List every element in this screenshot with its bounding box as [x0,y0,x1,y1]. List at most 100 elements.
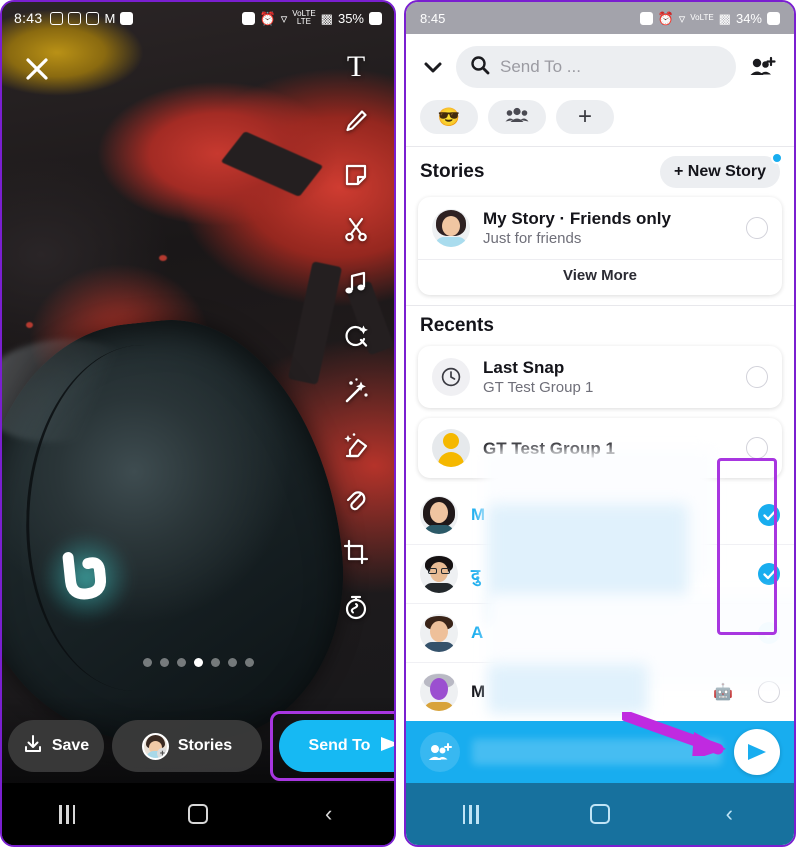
chevron-down-icon[interactable] [420,54,446,80]
recents-button[interactable] [44,799,90,829]
battery-percent: 35% [337,10,364,26]
stories-label: Stories [177,737,233,754]
recents-header-label: Recents [420,315,494,336]
last-snap-card[interactable]: Last Snap GT Test Group 1 [418,346,782,408]
search-input[interactable]: Send To ... [456,46,736,88]
carousel-dot[interactable] [159,658,169,667]
status-time: 8:45 [420,10,446,26]
filter-carousel-dots [2,658,394,667]
send-to-label: Send To [308,737,371,754]
photos-icon [120,11,134,25]
view-more-button[interactable]: View More [418,259,782,295]
left-phone-panel: 8:43 M ⏰ ▿ VoLTE LTE ▩ 35% T Save + Stor… [0,0,396,847]
instagram-icon [86,11,100,25]
last-snap-subtitle: GT Test Group 1 [483,379,594,396]
home-button[interactable] [175,799,221,829]
gt-test-group-radio[interactable] [746,437,768,459]
carousel-dot[interactable] [244,658,254,667]
contact-row-3[interactable]: A [406,604,794,663]
contact-checkbox-checked[interactable] [758,504,780,526]
carousel-dot[interactable] [227,658,237,667]
clock-icon [432,358,470,396]
gt-test-group-title: GT Test Group 1 [483,438,615,458]
gmail-icon: M [104,10,116,26]
last-snap-text: Last Snap GT Test Group 1 [483,357,733,397]
add-friends-icon[interactable] [746,53,780,81]
filter-chip-emoji[interactable]: 😎 [420,100,478,134]
wifi-icon: ▿ [678,10,686,26]
snap-action-bar: Save + Stories Send To [2,709,394,783]
last-snap-radio[interactable] [746,366,768,388]
sticker-icon[interactable] [339,158,373,192]
my-story-text: My Story · Friends only Just for friends [483,208,733,248]
avatar [420,614,458,652]
home-button[interactable] [577,799,623,829]
right-android-navbar: ‹ [406,783,794,845]
avatar [420,555,458,593]
search-icon [470,55,490,80]
send-button[interactable] [734,729,780,775]
filter-chip-add[interactable]: + [556,100,614,134]
filter-chip-row: 😎 + [406,96,794,146]
battery-saver-icon [639,11,653,25]
left-android-navbar: ‹ [2,783,394,845]
crop-icon[interactable] [339,536,373,570]
back-button[interactable]: ‹ [306,799,352,829]
text-tool-icon[interactable]: T [339,50,373,84]
send-to-button-highlight: Send To [270,711,394,781]
alarm-icon: ⏰ [657,10,674,26]
carousel-dot-active[interactable] [193,658,203,667]
avatar [420,673,458,711]
my-story-radio[interactable] [746,217,768,239]
back-button[interactable]: ‹ [706,799,752,829]
contact-checkbox-checked[interactable] [758,563,780,585]
group-card[interactable]: GT Test Group 1 [418,418,782,478]
status-time: 8:43 [14,10,43,26]
close-icon[interactable] [24,56,50,82]
battery-icon [369,11,382,25]
draw-pencil-icon[interactable] [339,104,373,138]
contact-name: दु [471,565,481,585]
save-label: Save [51,737,90,754]
magic-eraser-icon[interactable] [339,428,373,462]
contact-name: M [471,505,486,524]
editor-tool-rail: T [330,50,382,624]
recents-button[interactable] [448,799,494,829]
battery-saver-icon [241,11,255,25]
last-snap-row[interactable]: Last Snap GT Test Group 1 [418,346,782,408]
scissors-icon[interactable] [339,212,373,246]
stories-button[interactable]: + Stories [112,720,262,772]
contact-row-1[interactable]: M [406,486,794,545]
carousel-dot[interactable] [210,658,220,667]
right-phone-panel: 8:45 ⏰ ▿ VoLTE ▩ 34% Send To ... 😎 + Sto… [404,0,796,847]
contact-row-2[interactable]: दु [406,545,794,604]
new-story-button[interactable]: + New Story [659,152,783,188]
magic-wand-icon[interactable] [339,374,373,408]
lens-star-icon[interactable] [339,320,373,354]
status-notification-icons: M [50,10,134,26]
send-to-button[interactable]: Send To [279,720,394,772]
paperclip-icon[interactable] [339,482,373,516]
add-group-icon[interactable] [420,732,460,772]
save-button[interactable]: Save [8,720,104,772]
search-row: Send To ... [406,34,794,96]
signal-icon: ▩ [320,10,333,26]
screenshot-root: 8:43 M ⏰ ▿ VoLTE LTE ▩ 35% T Save + Stor… [0,0,800,847]
sunglasses-emoji-icon: 😎 [437,106,461,127]
timer-icon[interactable] [339,590,373,624]
contact-checkbox-checked[interactable] [758,622,780,644]
contact-checkbox[interactable] [758,681,780,703]
music-note-icon[interactable] [339,266,373,300]
contact-row-4[interactable]: M 🤖 [406,663,794,722]
my-story-card[interactable]: My Story · Friends only Just for friends… [418,197,782,295]
carousel-dot[interactable] [142,658,152,667]
my-story-row[interactable]: My Story · Friends only Just for friends [418,197,782,259]
carousel-dot[interactable] [176,658,186,667]
avatar [432,209,470,247]
battery-icon [767,11,780,25]
avatar: + [141,732,169,760]
download-icon [23,734,43,759]
filter-chip-groups[interactable] [488,100,546,134]
gt-test-group-row[interactable]: GT Test Group 1 [418,418,782,478]
groups-icon [505,106,529,129]
